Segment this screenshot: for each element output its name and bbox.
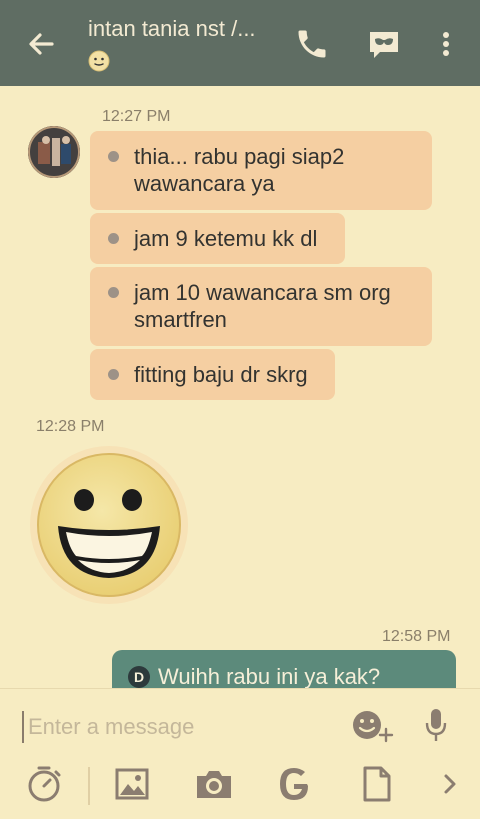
google-icon[interactable] (276, 765, 312, 808)
contact-avatar[interactable] (28, 126, 80, 178)
message-timestamp: 12:58 PM (382, 628, 451, 645)
message-input[interactable] (22, 711, 330, 743)
contact-name[interactable]: intan tania nst /... (88, 16, 278, 42)
bullet-dot-icon (108, 369, 119, 380)
message-timestamp: 12:27 PM (102, 108, 171, 125)
grinning-face-sticker[interactable] (30, 446, 188, 604)
chat-header: intan tania nst /... (0, 0, 480, 86)
gallery-icon[interactable] (114, 765, 150, 808)
message-text: thia... rabu pagi siap2 wawancara ya (134, 144, 345, 196)
microphone-icon[interactable] (424, 707, 448, 748)
chevron-right-icon[interactable] (440, 765, 460, 808)
toolbar-divider (88, 767, 90, 805)
camera-icon[interactable] (194, 765, 234, 808)
message-text: jam 10 wawancara sm org smartfren (134, 280, 391, 332)
bullet-dot-icon (108, 151, 119, 162)
bullet-dot-icon (108, 233, 119, 244)
message-timestamp: 12:28 PM (36, 418, 105, 435)
smiley-status-icon (88, 50, 110, 77)
incoming-message-bubble[interactable]: thia... rabu pagi siap2 wawancara ya (90, 131, 432, 210)
compose-area (0, 688, 480, 819)
document-icon[interactable] (362, 765, 392, 808)
chat-heads-icon[interactable] (366, 26, 402, 67)
sender-badge: D (128, 666, 150, 688)
more-options-icon[interactable] (436, 26, 456, 67)
message-text: Wuihh rabu ini ya kak? (158, 664, 381, 689)
timer-icon[interactable] (26, 765, 62, 808)
phone-icon[interactable] (294, 26, 330, 67)
incoming-message-bubble[interactable]: jam 9 ketemu kk dl (90, 213, 345, 264)
bullet-dot-icon (108, 287, 119, 298)
message-text: jam 9 ketemu kk dl (134, 226, 318, 251)
message-text: fitting baju dr skrg (134, 362, 308, 387)
back-arrow-icon[interactable] (22, 26, 62, 62)
incoming-message-bubble[interactable]: jam 10 wawancara sm org smartfren (90, 267, 432, 346)
incoming-message-bubble[interactable]: fitting baju dr skrg (90, 349, 335, 400)
add-emoji-icon[interactable] (350, 707, 394, 748)
